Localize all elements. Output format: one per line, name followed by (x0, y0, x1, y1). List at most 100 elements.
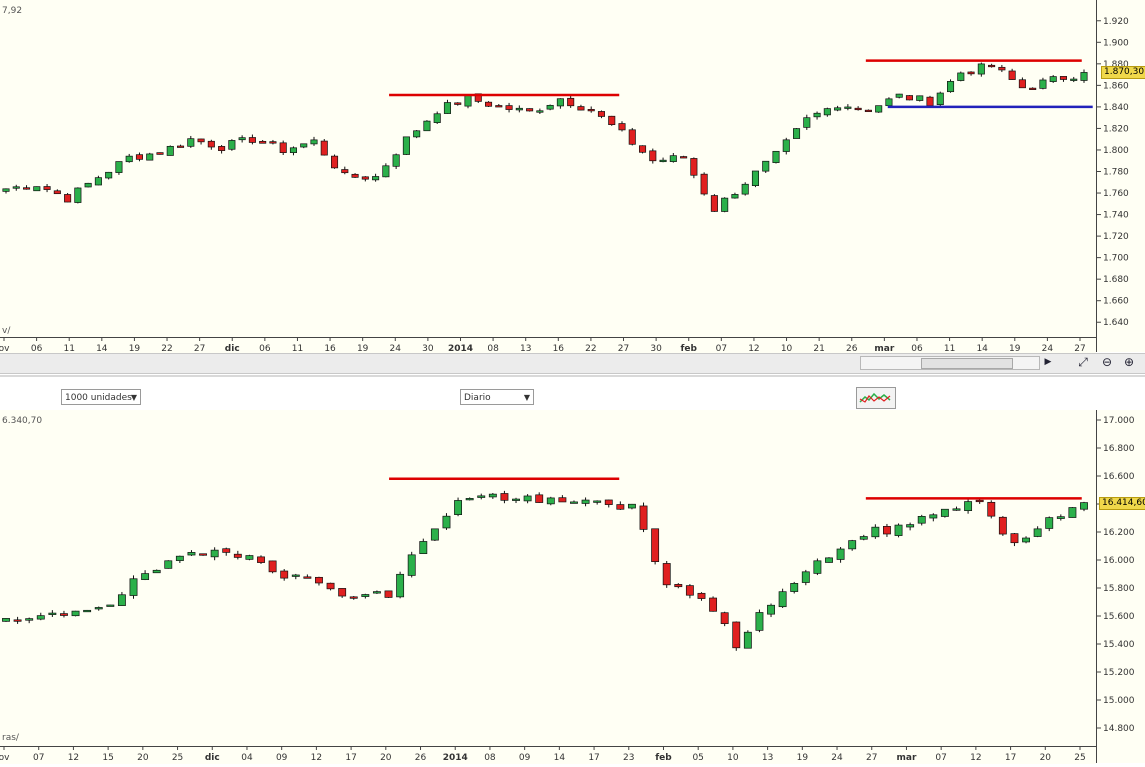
bottom-candle (732, 621, 741, 651)
top-candle (33, 186, 41, 192)
bottom-last-price-tag: 16.414,60 (1099, 496, 1145, 510)
top-y-tick-label: 1.920 (1103, 17, 1129, 27)
scrollbar-thumb[interactable] (921, 358, 1013, 369)
top-candle (998, 64, 1006, 73)
top-x-tick-label: 22 (161, 344, 172, 353)
zoom-fit-icon[interactable]: ⤢ (1075, 354, 1091, 370)
bottom-candle (152, 569, 161, 574)
top-chart-svg (2, 59, 1093, 213)
top-x-tick-label: dic (225, 344, 240, 353)
bottom-candle (813, 558, 822, 576)
bottom-candle (117, 591, 126, 606)
indicator-button[interactable] (856, 387, 896, 409)
top-candle (793, 128, 801, 139)
top-candle (988, 63, 996, 68)
bottom-candle (952, 506, 961, 511)
top-candle (536, 108, 544, 115)
top-x-tick-label: feb (680, 344, 697, 353)
bottom-candle (245, 554, 254, 561)
bottom-candle (48, 610, 57, 617)
bottom-x-tick-label: 27 (866, 753, 877, 763)
top-candle (957, 71, 965, 82)
top-candle (495, 104, 503, 108)
top-candle (628, 127, 636, 146)
top-plot-area[interactable] (0, 0, 1096, 337)
bottom-candle (871, 524, 880, 539)
top-y-tick-label: 1.860 (1103, 81, 1129, 91)
bottom-candle (546, 496, 555, 506)
top-x-axis: ov 06 11 14 19 22 27 dic 06 11 16 19 24 30 2014 08 13 16 2… (0, 337, 1096, 354)
top-candle (23, 185, 31, 190)
bottom-candle (222, 547, 231, 556)
top-candle (844, 104, 852, 111)
zoom-in-icon[interactable]: ⊕ (1121, 354, 1137, 370)
top-candle (351, 173, 359, 178)
bottom-x-tick-label: 25 (172, 753, 183, 763)
top-candle (259, 140, 267, 144)
bottom-candle (60, 610, 68, 618)
bottom-chart-svg (2, 477, 1088, 651)
top-candle (649, 148, 657, 164)
bottom-x-tick-label: 04 (241, 753, 253, 763)
top-x-tick-label: 19 (1009, 344, 1021, 353)
bottom-candle (407, 551, 416, 578)
zoom-out-icon[interactable]: ⊖ (1099, 354, 1115, 370)
bottom-candle (627, 503, 636, 510)
top-candle (762, 160, 770, 174)
top-candle (669, 152, 677, 163)
chevron-down-icon: ▼ (130, 393, 137, 402)
units-select-value: 1000 unidades (65, 393, 132, 403)
top-candle (300, 143, 308, 149)
bottom-candle (859, 534, 868, 541)
bottom-candle (1045, 516, 1054, 532)
bottom-candle (767, 603, 775, 618)
top-y-tick-label: 1.760 (1103, 189, 1129, 199)
top-candle (505, 102, 513, 113)
top-candle (382, 163, 390, 178)
bottom-x-tick-label: 26 (415, 753, 427, 763)
bottom-candle (326, 582, 335, 591)
top-last-price-tag: 1.870,30 (1101, 66, 1145, 80)
scroll-right-icon[interactable]: ▶ (1040, 354, 1056, 370)
top-candle (341, 166, 349, 175)
period-select[interactable]: Diario ▼ (460, 389, 534, 405)
top-candle (608, 115, 616, 126)
bottom-y-tick-label: 16.200 (1103, 528, 1135, 538)
bottom-x-tick-label: 14 (554, 753, 566, 763)
top-candle (926, 95, 934, 107)
horizontal-scrollbar[interactable] (860, 356, 1040, 370)
top-candle (94, 175, 102, 186)
chevron-down-icon: ▼ (523, 393, 530, 402)
top-candle (423, 120, 431, 132)
top-x-tick-label: 27 (194, 344, 205, 353)
top-candle (454, 102, 462, 106)
bottom-x-tick-label: 25 (1074, 753, 1085, 763)
top-candle (546, 104, 554, 111)
bottom-candle (1068, 507, 1077, 518)
bottom-candle (940, 508, 949, 518)
top-candle (936, 91, 944, 107)
bottom-x-tick-label: 20 (1040, 753, 1052, 763)
bottom-candle (674, 583, 683, 589)
top-candle (741, 182, 749, 196)
top-x-tick-label: ov (0, 344, 10, 353)
top-bottom-left-label: v/ (2, 326, 11, 336)
bottom-plot-area[interactable] (0, 410, 1096, 746)
bottom-candle (199, 553, 207, 556)
bottom-candle (349, 595, 358, 600)
bottom-x-tick-label: 09 (519, 753, 531, 763)
bottom-y-tick-label: 15.000 (1103, 696, 1135, 706)
top-x-tick-label: 30 (422, 344, 434, 353)
units-select[interactable]: 1000 unidades ▼ (61, 389, 141, 405)
top-candle (485, 101, 493, 108)
top-candle (916, 95, 924, 102)
bottom-candle (987, 500, 996, 519)
bottom-x-tick-label: 20 (380, 753, 392, 763)
top-candle (834, 105, 842, 112)
bottom-candle (604, 499, 613, 508)
bottom-bottom-left-label: ras/ (2, 733, 19, 743)
top-candle (392, 153, 400, 170)
top-candle (597, 110, 605, 119)
top-candle (464, 94, 472, 109)
top-x-tick-label: 11 (944, 344, 955, 353)
